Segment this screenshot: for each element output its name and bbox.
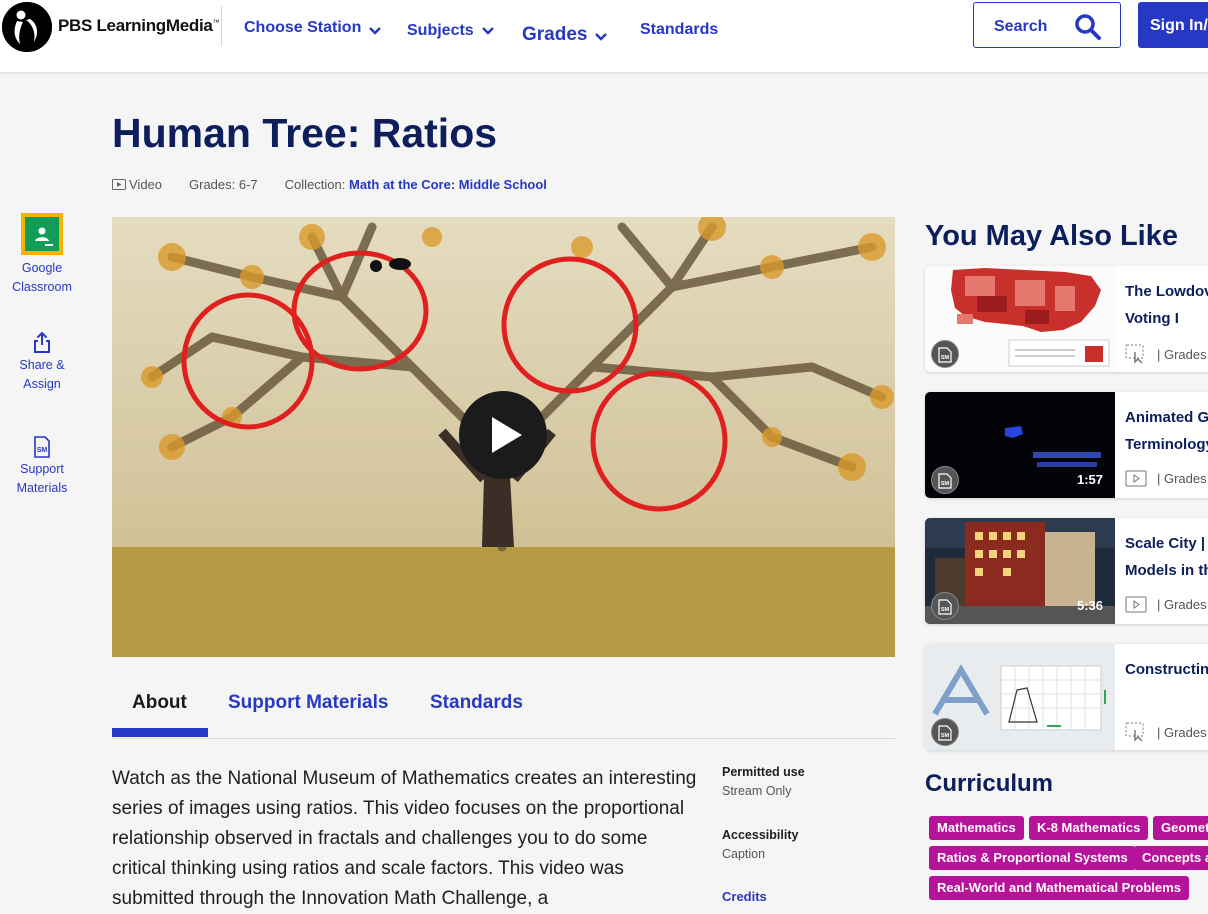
card-title[interactable]: Constructin xyxy=(1125,656,1208,683)
video-icon xyxy=(1125,596,1147,613)
resource-description: Watch as the National Museum of Mathemat… xyxy=(112,768,697,909)
play-icon xyxy=(492,417,522,453)
credits-link[interactable]: Credits xyxy=(722,889,767,904)
chevron-down-icon xyxy=(481,27,494,35)
interactive-icon xyxy=(1125,344,1144,364)
pbs-logo-icon[interactable] xyxy=(2,2,52,52)
card-grades: | Grades xyxy=(1157,597,1207,612)
accessibility: Accessibility Caption xyxy=(722,826,798,864)
curriculum-tag[interactable]: Real-World and Mathematical Problems xyxy=(929,876,1189,900)
sm-badge-icon: SM xyxy=(931,466,959,494)
share-assign-button[interactable]: Share & Assign xyxy=(0,332,84,394)
nav-subjects[interactable]: Subjects xyxy=(407,22,494,40)
chevron-down-icon xyxy=(595,32,608,41)
share-icon xyxy=(34,332,50,353)
nav-label: Grades xyxy=(522,24,588,45)
recommendation-card[interactable]: SM The Lowdov and Voting I | Grades xyxy=(925,266,1208,372)
sm-badge-icon: SM xyxy=(931,718,959,746)
svg-text:SM: SM xyxy=(37,447,48,454)
resource-type: Video xyxy=(129,177,163,192)
site-header: PBS LearningMedia™ Choose Station Subjec… xyxy=(0,0,1208,72)
sign-in-button[interactable]: Sign In/U xyxy=(1138,2,1208,48)
nav-label: Standards xyxy=(640,21,719,38)
rail-label: Assign xyxy=(23,377,61,391)
chevron-down-icon xyxy=(369,26,382,35)
search-label: Search xyxy=(994,18,1048,35)
header-divider xyxy=(221,6,222,46)
rail-label: Share & xyxy=(19,358,65,372)
credits-section: Credits xyxy=(722,887,767,907)
card-footer: | Grades xyxy=(1125,344,1207,364)
card-title[interactable]: Scale City | S Models in th xyxy=(1125,530,1208,584)
video-type-icon xyxy=(112,179,126,190)
support-materials-button[interactable]: SM Support Materials xyxy=(0,436,84,498)
page-title: Human Tree: Ratios xyxy=(112,110,498,156)
detail-value: Stream Only xyxy=(722,784,792,798)
svg-text:SM: SM xyxy=(941,607,950,613)
card-footer: | Grades xyxy=(1125,722,1207,742)
detail-value: Caption xyxy=(722,847,766,861)
rail-label: Support xyxy=(20,462,64,476)
rail-label: Materials xyxy=(16,481,68,495)
detail-label: Accessibility xyxy=(722,828,799,842)
curriculum-tag[interactable]: K-8 Mathematics xyxy=(1029,816,1149,840)
search-icon xyxy=(1075,14,1101,40)
curriculum-tag[interactable]: Mathematics xyxy=(929,816,1024,840)
svg-text:SM: SM xyxy=(941,355,950,361)
nav-label: Subjects xyxy=(407,22,474,39)
search-button[interactable]: Search xyxy=(973,2,1121,48)
card-grades: | Grades xyxy=(1157,724,1207,740)
tab-about[interactable]: About xyxy=(132,692,187,714)
nav-label: Choose Station xyxy=(244,19,362,36)
resource-collection: Collection: Math at the Core: Middle Sch… xyxy=(284,177,547,192)
resource-grades: Grades: 6-7 xyxy=(189,177,258,192)
interactive-icon xyxy=(1125,722,1144,742)
curriculum-heading: Curriculum xyxy=(925,770,1054,797)
nav-choose-station[interactable]: Choose Station xyxy=(244,19,382,37)
recommendation-card[interactable]: SM 1:57 Animated G Terminology | Grades xyxy=(925,392,1208,498)
play-button[interactable] xyxy=(459,391,547,479)
recommendation-card[interactable]: SM 5:36 Scale City | S Models in th | Gr… xyxy=(925,518,1208,624)
card-grades: | Grades xyxy=(1157,471,1207,486)
logo-text[interactable]: PBS LearningMedia™ xyxy=(58,16,220,36)
nav-standards[interactable]: Standards xyxy=(640,21,718,39)
content-tabs: About Support Materials Standards xyxy=(112,680,895,739)
rail-label: Classroom xyxy=(12,280,72,294)
permitted-use: Permitted use Stream Only xyxy=(722,763,805,801)
curriculum-tag[interactable]: Ratios & Proportional Systems xyxy=(929,846,1136,870)
card-title[interactable]: The Lowdov and Voting I xyxy=(1125,278,1208,332)
svg-text:SM: SM xyxy=(941,733,950,739)
recommendations-heading: You May Also Like xyxy=(925,220,1178,252)
curriculum-tag[interactable]: Concepts a xyxy=(1134,846,1208,870)
curriculum-tag[interactable]: Geomet xyxy=(1153,816,1208,840)
sm-badge-icon: SM xyxy=(931,592,959,620)
resource-meta: Video Grades: 6-7 Collection: Math at th… xyxy=(112,177,547,192)
google-classroom-button[interactable]: Google Classroom xyxy=(0,213,84,297)
nav-grades[interactable]: Grades xyxy=(522,24,608,46)
tab-support-materials[interactable]: Support Materials xyxy=(228,692,388,714)
svg-text:SM: SM xyxy=(941,481,950,487)
sm-badge-icon: SM xyxy=(931,340,959,368)
card-grades: | Grades xyxy=(1157,346,1207,362)
recommendation-card[interactable]: SM Constructin | Grades xyxy=(925,644,1208,750)
detail-label: Permitted use xyxy=(722,765,805,779)
google-classroom-icon xyxy=(21,213,63,255)
active-tab-indicator xyxy=(112,728,208,737)
support-materials-icon: SM xyxy=(34,436,50,458)
card-footer: | Grades xyxy=(1125,470,1207,487)
rail-label: Google xyxy=(21,261,63,275)
tab-standards[interactable]: Standards xyxy=(430,692,523,714)
card-title[interactable]: Animated G Terminology xyxy=(1125,404,1208,458)
collection-link[interactable]: Math at the Core: Middle School xyxy=(349,177,547,192)
card-footer: | Grades xyxy=(1125,596,1207,613)
video-icon xyxy=(1125,470,1147,487)
